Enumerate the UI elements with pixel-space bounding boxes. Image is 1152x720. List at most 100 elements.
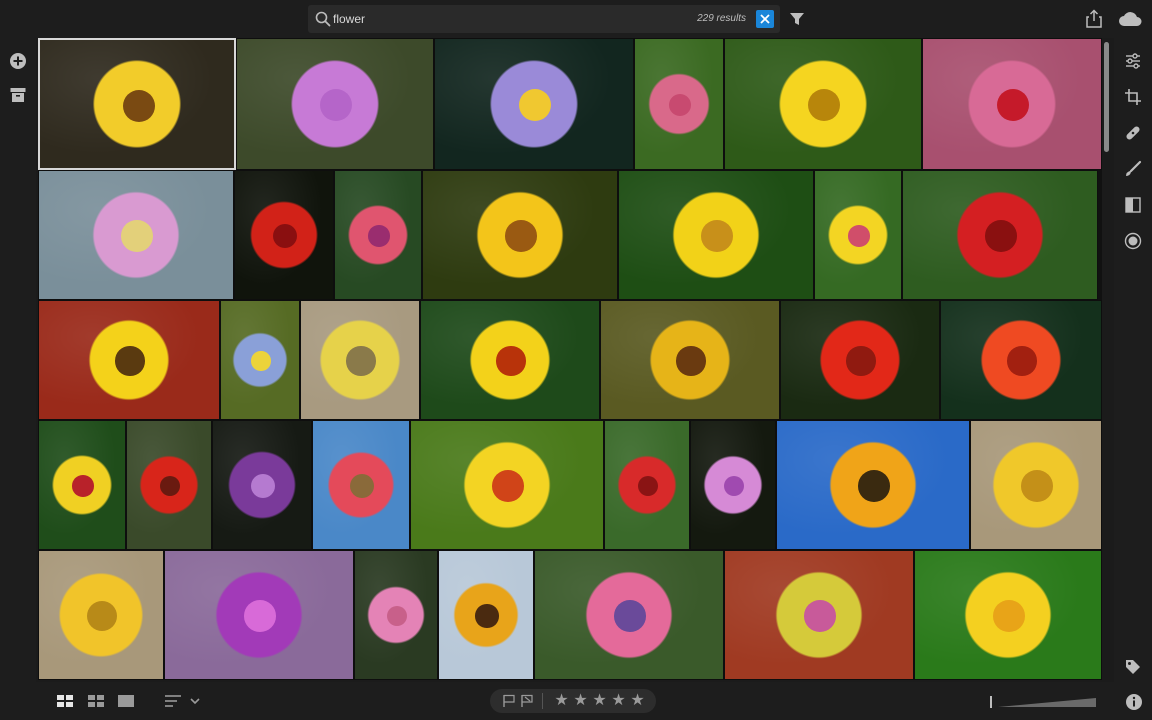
flower-center [993, 600, 1025, 632]
radial-gradient-icon[interactable] [1124, 232, 1142, 250]
cloud-icon[interactable] [1118, 10, 1142, 28]
flower-center [985, 220, 1017, 252]
keyword-tag-icon[interactable] [1124, 658, 1142, 676]
photo-thumbnail[interactable] [234, 170, 334, 300]
photo-thumbnail[interactable] [38, 550, 164, 680]
star-5-icon[interactable]: ★ [629, 692, 646, 710]
flower-center [386, 605, 408, 627]
top-toolbar: 229 results [0, 0, 1152, 38]
photo-thumbnail[interactable] [814, 170, 902, 300]
search-bar[interactable]: 229 results [308, 5, 780, 33]
flower-center [723, 475, 745, 497]
sort-icon[interactable] [164, 692, 202, 710]
photo-thumbnail[interactable] [38, 300, 220, 420]
photo-thumbnail[interactable] [354, 550, 438, 680]
photo-thumbnail[interactable] [410, 420, 604, 550]
flag-divider [542, 693, 543, 709]
flower-center [122, 89, 156, 123]
clear-search-icon[interactable] [756, 10, 774, 28]
flower-center [72, 475, 94, 497]
photo-thumbnail[interactable] [922, 38, 1102, 170]
photo-thumbnail[interactable] [38, 420, 126, 550]
photo-grid-view-icon[interactable] [87, 692, 105, 710]
photo-thumbnail[interactable] [690, 420, 776, 550]
reject-flag-icon[interactable] [520, 694, 534, 708]
search-result-count: 229 results [697, 13, 746, 24]
thumbnail-size-slider[interactable] [988, 694, 1098, 710]
photo-thumbnail[interactable] [420, 300, 600, 420]
healing-icon[interactable] [1124, 124, 1142, 142]
photo-thumbnail[interactable] [914, 550, 1102, 680]
star-2-icon[interactable]: ★ [572, 692, 589, 710]
flower-center [804, 600, 836, 632]
photo-thumbnail[interactable] [902, 170, 1098, 300]
photo-thumbnail[interactable] [618, 170, 814, 300]
photo-thumbnail[interactable] [724, 38, 922, 170]
flag-rating-bar: ★ ★ ★ ★ ★ [490, 689, 656, 713]
photo-thumbnail[interactable] [604, 420, 690, 550]
photo-thumbnail[interactable] [38, 170, 234, 300]
pick-flag-icon[interactable] [502, 694, 516, 708]
edit-sliders-icon[interactable] [1124, 52, 1142, 70]
photo-thumbnail[interactable] [940, 300, 1102, 420]
brush-icon[interactable] [1124, 160, 1142, 178]
linear-gradient-icon[interactable] [1124, 196, 1142, 214]
add-photos-icon[interactable] [9, 52, 27, 70]
flower-center [319, 88, 353, 122]
photo-thumbnail[interactable] [164, 550, 354, 680]
flower-center [244, 600, 276, 632]
scrollbar-thumb[interactable] [1104, 42, 1109, 152]
info-icon[interactable] [1125, 693, 1143, 711]
photo-thumbnail[interactable] [724, 550, 914, 680]
flower-center [518, 88, 552, 122]
flower-center [1007, 346, 1037, 376]
star-1-icon[interactable]: ★ [553, 692, 570, 710]
star-4-icon[interactable]: ★ [610, 692, 627, 710]
flower-center [272, 223, 298, 249]
photo-thumbnail[interactable] [312, 420, 410, 550]
photo-thumbnail[interactable] [970, 420, 1102, 550]
flower-center [251, 351, 271, 371]
flower-center [121, 220, 153, 252]
flower-center [807, 88, 841, 122]
photo-thumbnail[interactable] [600, 300, 780, 420]
crop-icon[interactable] [1124, 88, 1142, 106]
search-icon [315, 11, 331, 27]
photo-thumbnail[interactable] [634, 38, 724, 170]
flower-center [86, 600, 118, 632]
flower-center [848, 225, 870, 247]
right-sidebar [1114, 38, 1152, 682]
square-grid-view-icon[interactable] [56, 692, 74, 710]
filter-icon[interactable] [788, 10, 806, 28]
flower-center [669, 94, 691, 116]
photo-thumbnail[interactable] [438, 550, 534, 680]
photo-grid [38, 38, 1102, 680]
photo-thumbnail[interactable] [334, 170, 422, 300]
detail-view-icon[interactable] [117, 692, 135, 710]
photo-thumbnail[interactable] [534, 550, 724, 680]
photo-thumbnail[interactable] [422, 170, 618, 300]
star-3-icon[interactable]: ★ [591, 692, 608, 710]
photo-thumbnail[interactable] [38, 38, 236, 170]
photo-thumbnail[interactable] [236, 38, 434, 170]
flower-center [350, 474, 374, 498]
grid-scrollbar[interactable] [1103, 40, 1110, 680]
photo-thumbnail[interactable] [300, 300, 420, 420]
flower-center [846, 346, 876, 376]
flower-center [701, 220, 733, 252]
photo-thumbnail[interactable] [212, 420, 312, 550]
left-sidebar [0, 38, 36, 682]
archive-icon[interactable] [9, 86, 27, 104]
flower-center [614, 600, 646, 632]
search-input[interactable] [333, 8, 633, 30]
photo-thumbnail[interactable] [126, 420, 212, 550]
flower-center [346, 346, 376, 376]
flower-center [250, 473, 276, 499]
photo-thumbnail[interactable] [776, 420, 970, 550]
photo-thumbnail[interactable] [780, 300, 940, 420]
photo-thumbnail[interactable] [220, 300, 300, 420]
flower-center [858, 470, 890, 502]
flower-center [496, 346, 526, 376]
photo-thumbnail[interactable] [434, 38, 634, 170]
share-icon[interactable] [1085, 9, 1103, 29]
